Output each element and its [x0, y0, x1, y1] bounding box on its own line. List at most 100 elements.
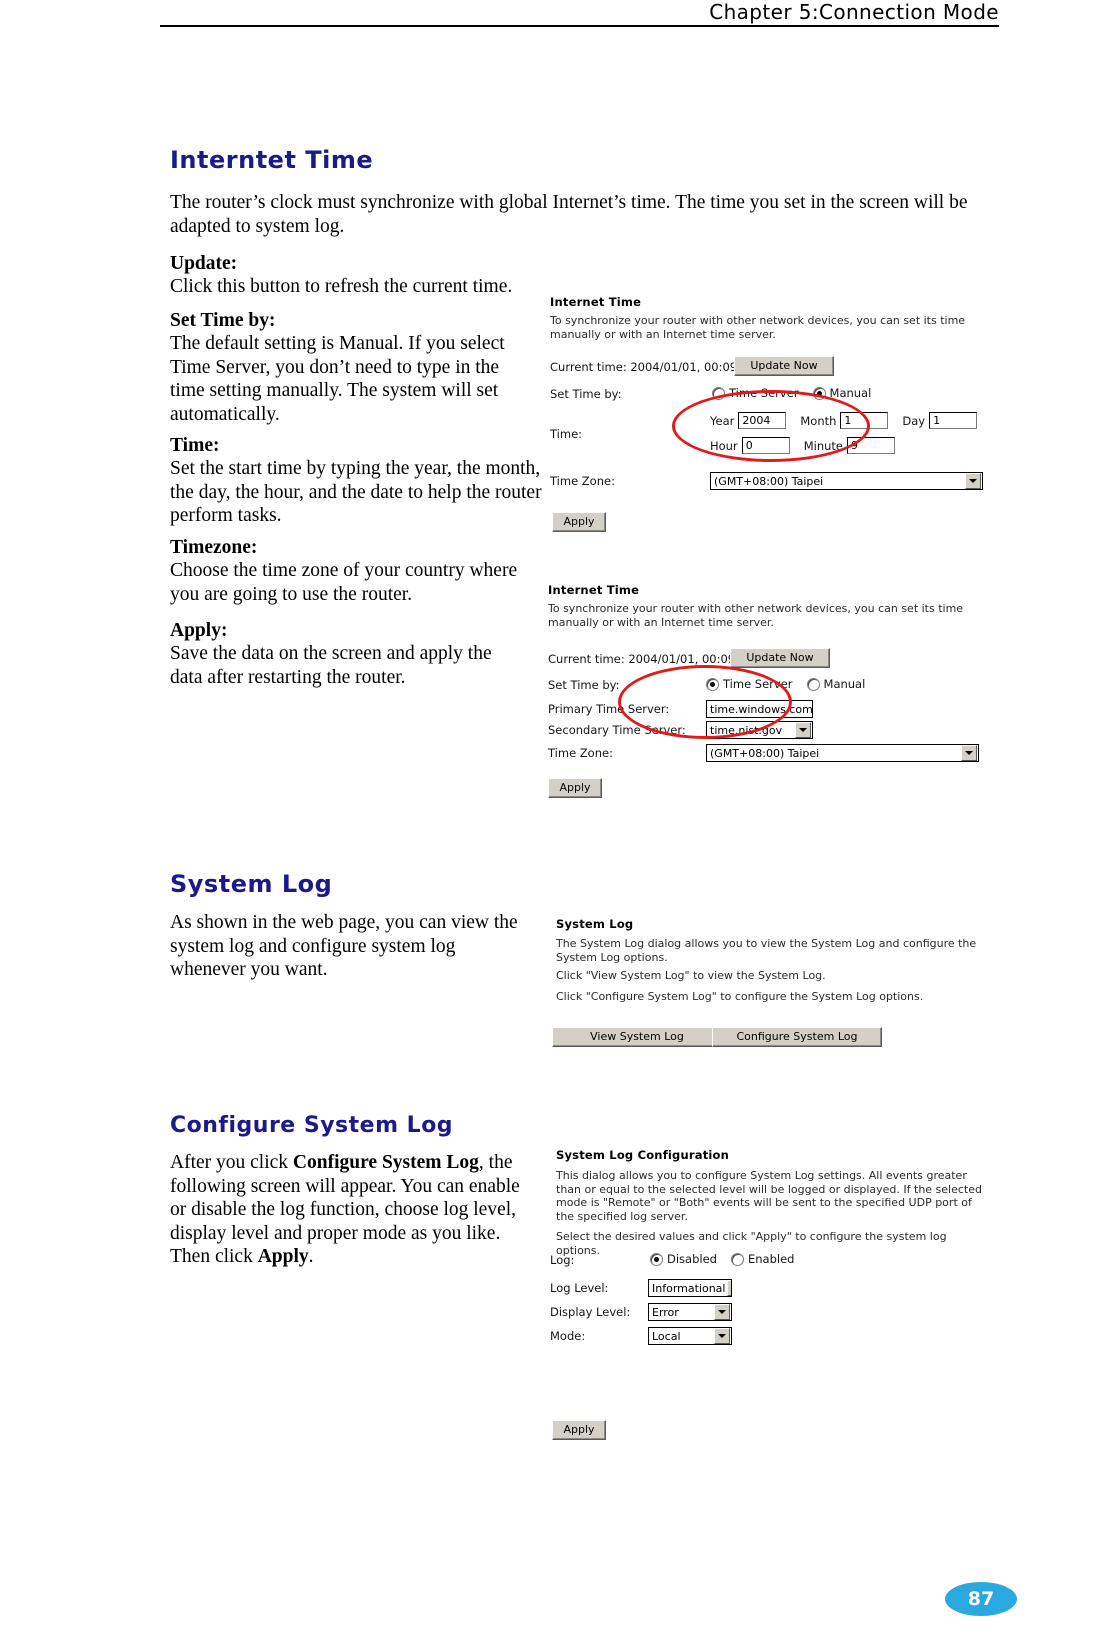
term-timezone: Timezone:: [170, 537, 258, 558]
term-update: Update:: [170, 253, 238, 274]
time-zone-label: Time Zone:: [550, 474, 615, 488]
chevron-down-icon-mode[interactable]: [714, 1328, 730, 1344]
apply-button[interactable]: Apply: [552, 512, 606, 532]
radio-log-disabled[interactable]: [650, 1252, 663, 1266]
term-apply: Apply:: [170, 620, 228, 641]
configure-system-log-button[interactable]: Configure System Log: [712, 1027, 882, 1047]
mode-row: Mode:: [550, 1329, 585, 1343]
section-heading-internet-time: Interntet Time: [170, 146, 374, 174]
time-hm-row: Hour 0 Minute 9: [710, 437, 895, 454]
desc-update: Click this button to refresh the current…: [170, 276, 513, 297]
update-now-button[interactable]: Update Now: [734, 356, 834, 376]
desc-set-time-by: The default setting is Manual. If you se…: [170, 333, 505, 425]
display-level-select[interactable]: Error: [648, 1303, 732, 1321]
internet-time-intro: The router’s clock must synchronize with…: [170, 192, 968, 237]
radio-manual-label: Manual: [829, 386, 872, 400]
radio-manual[interactable]: [812, 386, 826, 400]
screen-description-3-c: Click "Configure System Log" to configur…: [556, 990, 924, 1003]
month-input[interactable]: 1: [840, 412, 889, 429]
csl-bold-2: Apply: [257, 1246, 309, 1267]
time-zone-value: (GMT+08:00) Taipei: [714, 474, 824, 488]
primary-time-server-value: time.windows.com: [710, 702, 813, 716]
year-label: Year: [710, 413, 735, 428]
csl-bold-1: Configure System Log: [292, 1152, 479, 1173]
screen-title-3: System Log: [556, 917, 634, 931]
screen-description-2: To synchronize your router with other ne…: [548, 602, 964, 629]
time-zone-row-2: Time Zone:: [548, 746, 613, 760]
screen-title-2: Internet Time: [548, 583, 640, 597]
configure-system-log-body: After you click Configure System Log, th…: [170, 1151, 535, 1269]
mode-select[interactable]: Local: [648, 1327, 732, 1345]
time-zone-select[interactable]: (GMT+08:00) Taipei: [710, 472, 983, 490]
day-input[interactable]: 1: [929, 412, 978, 429]
log-label: Log:: [550, 1253, 575, 1267]
log-level-select[interactable]: Informational: [648, 1279, 732, 1297]
set-time-by-row-2: Set Time by:: [548, 678, 619, 692]
view-system-log-button[interactable]: View System Log: [552, 1027, 722, 1047]
current-time-row: Current time: 2004/01/01, 00:09: [550, 360, 737, 374]
log-row: Log:: [550, 1253, 574, 1267]
log-level-value: Informational: [652, 1281, 726, 1295]
screenshot-internet-time-manual: Internet Time To synchronize your router…: [550, 292, 995, 537]
screenshot-system-log-config: System Log Configuration This dialog all…: [548, 1145, 993, 1465]
radio-log-disabled-label: Disabled: [667, 1252, 717, 1266]
radio-time-server-2[interactable]: [706, 677, 719, 691]
primary-time-server-select[interactable]: time.windows.com: [706, 700, 813, 718]
radio-log-enabled[interactable]: [730, 1252, 744, 1266]
page-number-badge: 87: [945, 1582, 1017, 1616]
minute-label: Minute: [803, 438, 843, 453]
radio-manual-label-2: Manual: [823, 677, 866, 691]
csl-text-3: .: [308, 1246, 314, 1267]
screenshot-internet-time-server: Internet Time To synchronize your router…: [548, 580, 993, 805]
chevron-down-icon-secondary[interactable]: [795, 722, 811, 738]
screen-description-4-a: This dialog allows you to configure Syst…: [556, 1169, 982, 1223]
screen-title: Internet Time: [550, 295, 642, 309]
update-now-button-2[interactable]: Update Now: [730, 648, 830, 668]
time-date-row: Year 2004 Month 1 Day 1: [710, 412, 978, 429]
set-time-by-row: Set Time by:: [550, 387, 621, 401]
set-time-by-radio-group: Time Server Manual: [712, 386, 885, 400]
radio-log-enabled-label: Enabled: [747, 1252, 795, 1266]
term-time: Time:: [170, 435, 220, 456]
chevron-down-icon-tz2[interactable]: [961, 745, 977, 761]
radio-time-server[interactable]: [712, 386, 725, 400]
chevron-down-icon-log-level[interactable]: [727, 1280, 731, 1296]
time-zone-row: Time Zone:: [550, 474, 615, 488]
minute-input[interactable]: 9: [846, 437, 895, 454]
screenshot-system-log: System Log The System Log dialog allows …: [548, 913, 993, 1053]
page-content: Interntet Time The router’s clock must s…: [0, 0, 1095, 1638]
section-heading-configure-system-log: Configure System Log: [170, 1113, 454, 1138]
day-label: Day: [902, 413, 926, 428]
time-zone-value-2: (GMT+08:00) Taipei: [710, 746, 820, 760]
time-label: Time:: [550, 427, 583, 441]
time-zone-label-2: Time Zone:: [548, 746, 613, 760]
current-time-label: Current time: 2004/01/01, 00:09: [550, 360, 738, 374]
year-input[interactable]: 2004: [738, 412, 787, 429]
current-time-label-2: Current time: 2004/01/01, 00:09: [548, 652, 736, 666]
secondary-time-server-value: time.nist.gov: [710, 723, 783, 737]
apply-button-2[interactable]: Apply: [548, 778, 602, 798]
display-level-label: Display Level:: [550, 1305, 631, 1319]
mode-value: Local: [652, 1329, 681, 1343]
log-radio-group: Disabled Enabled: [650, 1252, 808, 1266]
apply-button-3[interactable]: Apply: [552, 1420, 606, 1440]
chevron-down-icon-display-level[interactable]: [714, 1304, 730, 1320]
current-time-row-2: Current time: 2004/01/01, 00:09: [548, 652, 735, 666]
csl-text-1: After you click: [170, 1152, 293, 1173]
set-time-by-label-2: Set Time by:: [548, 678, 620, 692]
time-row-label: Time:: [550, 427, 582, 441]
log-level-row: Log Level:: [550, 1281, 608, 1295]
secondary-time-server-select[interactable]: time.nist.gov: [706, 721, 813, 739]
primary-time-server-row: Primary Time Server:: [548, 702, 669, 716]
radio-time-server-label: Time Server: [729, 386, 799, 400]
time-zone-select-2[interactable]: (GMT+08:00) Taipei: [706, 744, 979, 762]
term-set-time-by: Set Time by:: [170, 310, 276, 331]
hour-label: Hour: [710, 438, 738, 453]
chevron-down-icon[interactable]: [965, 473, 981, 489]
set-time-by-radio-group-2: Time Server Manual: [706, 677, 879, 691]
desc-time: Set the start time by typing the year, t…: [170, 458, 542, 526]
hour-input[interactable]: 0: [741, 437, 790, 454]
screen-title-4: System Log Configuration: [556, 1148, 730, 1162]
radio-time-server-label-2: Time Server: [723, 677, 793, 691]
radio-manual-2[interactable]: [806, 677, 820, 691]
